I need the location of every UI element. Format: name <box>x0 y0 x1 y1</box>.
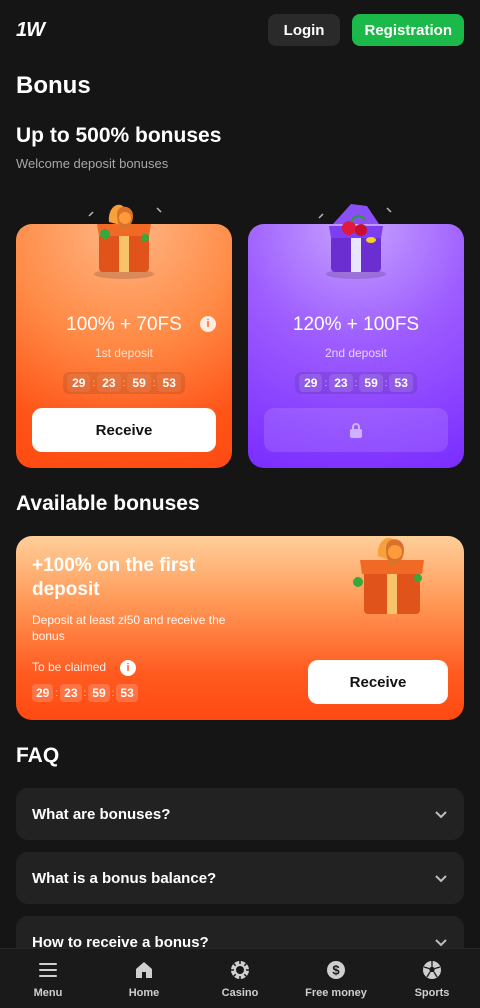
faq-item[interactable]: What is a bonus balance? <box>16 852 464 904</box>
bonus-description: Deposit at least zł50 and receive the bo… <box>32 613 226 643</box>
nav-label: Sports <box>414 986 450 999</box>
registration-button[interactable]: Registration <box>352 14 464 46</box>
chevron-down-icon <box>435 939 447 947</box>
countdown-timer: 29 : 23 : 59 : 53 <box>32 684 138 702</box>
timer-seconds: 53 <box>157 374 181 392</box>
faq-title: FAQ <box>16 744 60 767</box>
nav-item-casino[interactable]: Casino <box>192 949 288 1008</box>
timer-separator: : <box>92 377 96 389</box>
casino-chip-icon <box>231 960 249 979</box>
locked-button[interactable] <box>264 408 448 452</box>
chevron-down-icon <box>435 811 447 819</box>
timer-separator: : <box>111 687 115 699</box>
nav-item-free-money[interactable]: $ Free money <box>288 949 384 1008</box>
nav-item-home[interactable]: Home <box>96 949 192 1008</box>
timer-separator: : <box>55 687 59 699</box>
faq-question: What are bonuses? <box>32 805 171 823</box>
timer-separator: : <box>354 377 358 389</box>
timer-seconds: 53 <box>389 374 413 392</box>
logo[interactable]: 1W <box>16 19 45 42</box>
deposit-amount: 120% + 100FS <box>292 314 420 335</box>
gift-box-icon <box>88 204 162 279</box>
login-button[interactable]: Login <box>267 14 341 46</box>
countdown-timer: 29 : 23 : 59 : 53 <box>63 372 185 394</box>
claim-label: To be claimed <box>32 660 107 674</box>
timer-days: 29 <box>32 684 54 702</box>
timer-separator: : <box>384 377 388 389</box>
timer-separator: : <box>152 377 156 389</box>
bottom-nav: Menu Home Casino $ Free money Sports <box>0 948 480 1008</box>
info-icon[interactable]: i <box>120 660 136 676</box>
timer-days: 29 <box>67 374 91 392</box>
nav-label: Free money <box>305 986 367 999</box>
svg-text:$: $ <box>332 962 340 977</box>
info-icon[interactable]: i <box>200 316 216 332</box>
bonus-page: 1W Login Registration Bonus Up to 500% b… <box>0 0 480 1008</box>
home-icon <box>136 961 152 978</box>
menu-icon <box>39 962 57 977</box>
soccer-ball-icon <box>423 960 441 979</box>
nav-label: Casino <box>221 986 259 999</box>
header-actions: Login Registration <box>267 14 464 46</box>
header: 1W Login Registration <box>0 0 480 60</box>
deposit-card-1: 100% + 70FS i 1st deposit 29 : 23 : 59 :… <box>16 204 232 468</box>
deposit-label: 2nd deposit <box>324 346 388 360</box>
timer-separator: : <box>83 687 87 699</box>
dollar-icon: $ <box>327 960 345 979</box>
welcome-title: Up to 500% bonuses <box>16 124 222 147</box>
bonus-title: +100% on the first deposit <box>32 555 196 600</box>
nav-item-sports[interactable]: Sports <box>384 949 480 1008</box>
timer-separator: : <box>122 377 126 389</box>
faq-item[interactable]: What are bonuses? <box>16 788 464 840</box>
receive-button[interactable]: Receive <box>308 660 448 704</box>
available-bonus-card: +100% on the first deposit Deposit at le… <box>16 536 464 720</box>
timer-hours: 23 <box>329 374 353 392</box>
countdown-timer: 29 : 23 : 59 : 53 <box>295 372 417 394</box>
timer-hours: 23 <box>97 374 121 392</box>
available-bonuses-title: Available bonuses <box>16 492 200 515</box>
welcome-subtitle: Welcome deposit bonuses <box>16 156 169 171</box>
deposit-label: 1st deposit <box>94 346 154 360</box>
timer-seconds: 53 <box>116 684 138 702</box>
timer-minutes: 59 <box>127 374 151 392</box>
receive-button[interactable]: Receive <box>32 408 216 452</box>
nav-label: Menu <box>33 986 63 999</box>
timer-minutes: 59 <box>88 684 110 702</box>
page-title: Bonus <box>16 72 91 99</box>
lock-icon <box>350 423 362 438</box>
timer-minutes: 59 <box>359 374 383 392</box>
nav-label: Home <box>128 986 160 999</box>
gift-box-icon <box>353 537 424 614</box>
faq-question: What is a bonus balance? <box>32 869 217 887</box>
timer-separator: : <box>324 377 328 389</box>
gift-box-icon <box>318 204 392 279</box>
timer-days: 29 <box>299 374 323 392</box>
chevron-down-icon <box>435 875 447 883</box>
deposit-card-2: 120% + 100FS 2nd deposit 29 : 23 : 59 : … <box>248 204 464 468</box>
nav-item-menu[interactable]: Menu <box>0 949 96 1008</box>
timer-hours: 23 <box>60 684 82 702</box>
